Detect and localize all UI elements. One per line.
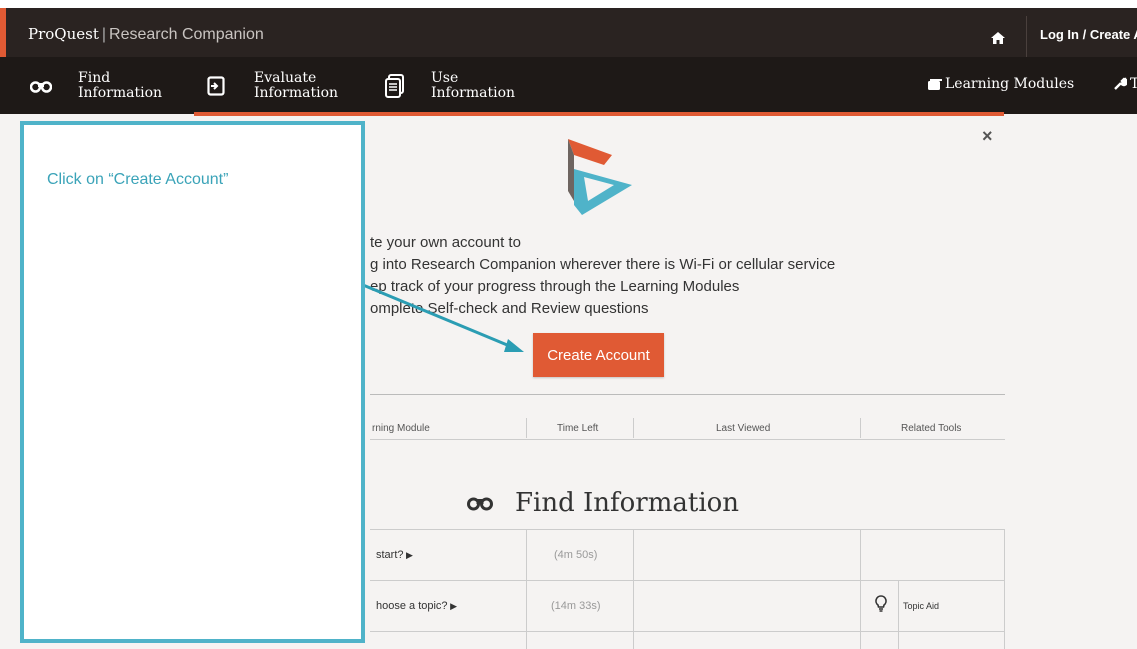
binoculars-icon <box>30 81 52 93</box>
nav-accent-line <box>194 112 1004 116</box>
col-divider <box>860 529 861 649</box>
document-icon <box>385 74 404 98</box>
section-title-text: Find Information <box>515 488 740 518</box>
time-left: (4m 50s) <box>554 549 598 561</box>
col-divider <box>633 418 634 438</box>
header-rule <box>370 439 1005 440</box>
top-strip <box>0 0 1137 8</box>
binoculars-icon <box>467 497 493 511</box>
create-account-button[interactable]: Create Account <box>533 333 664 377</box>
module-title: start? <box>376 549 404 561</box>
login-create-link[interactable]: Log In / Create A <box>1040 27 1137 42</box>
nav-tools[interactable]: T <box>1113 76 1137 92</box>
col-header-module: rning Module <box>372 423 430 434</box>
nav-find-information[interactable]: Find Information <box>30 67 162 105</box>
col-header-last-viewed: Last Viewed <box>716 423 771 434</box>
instruction-overlay: Click on “Create Account” <box>20 121 365 643</box>
intro-line: ep track of your progress through the Le… <box>370 278 740 295</box>
intro-line: te your own account to <box>370 234 521 251</box>
nav-find-line2: Information <box>78 85 163 101</box>
col-divider <box>526 418 527 438</box>
nav-use-information[interactable]: Use Information <box>385 67 515 105</box>
row-divider <box>370 580 1005 581</box>
lightbulb-icon[interactable] <box>875 595 887 612</box>
brand-logo[interactable]: ProQuest | Research Companion <box>28 25 264 44</box>
col-divider <box>526 529 527 649</box>
nav-use-line2: Information <box>431 85 516 101</box>
modules-table: start? ▶ (4m 50s) hoose a topic? ▶ (14m … <box>370 529 1005 649</box>
table-row-module-link[interactable]: start? ▶ <box>376 549 413 561</box>
nav-find-line1: Find <box>78 70 111 86</box>
section-title: Find Information <box>467 488 739 518</box>
intro-line: g into Research Companion wherever there… <box>370 256 836 273</box>
col-divider <box>633 529 634 649</box>
brand-name: ProQuest <box>28 25 99 43</box>
nav-use-line1: Use <box>431 70 459 86</box>
intro-line: omplete Self-check and Review questions <box>370 300 649 317</box>
nav-evaluate-information[interactable]: Evaluate Information <box>207 67 338 105</box>
col-divider <box>898 580 899 649</box>
research-companion-logo <box>568 139 632 215</box>
play-icon: ▶ <box>447 601 457 611</box>
play-icon: ▶ <box>403 550 413 560</box>
close-icon[interactable]: × <box>982 126 993 147</box>
table-row-module-link[interactable]: hoose a topic? ▶ <box>376 600 457 612</box>
col-header-related-tools: Related Tools <box>901 423 962 434</box>
learning-modules-icon <box>928 78 942 90</box>
col-divider <box>860 418 861 438</box>
time-left: (14m 33s) <box>551 600 601 612</box>
learning-modules-label: Learning Modules <box>945 76 1075 92</box>
main-nav: Find Information Evaluate Information Us… <box>0 57 1137 114</box>
wrench-icon <box>1114 77 1127 90</box>
col-header-time-left: Time Left <box>557 423 599 434</box>
home-icon[interactable] <box>991 32 1005 44</box>
topic-aid-link[interactable]: Topic Aid <box>903 601 939 611</box>
instruction-text: Click on “Create Account” <box>47 171 229 188</box>
nav-learning-modules[interactable]: Learning Modules <box>928 76 1074 92</box>
nav-evaluate-line2: Information <box>254 85 339 101</box>
module-title: hoose a topic? <box>376 600 448 612</box>
row-divider <box>370 631 1005 632</box>
nav-evaluate-line1: Evaluate <box>254 70 317 86</box>
evaluate-icon <box>207 76 225 96</box>
tools-label: T <box>1130 76 1137 92</box>
divider <box>370 394 1005 395</box>
row-divider <box>370 529 1005 530</box>
brand-separator: | <box>101 26 107 43</box>
brand-product: Research Companion <box>109 26 264 43</box>
col-divider <box>1004 529 1005 649</box>
brand-accent <box>0 8 6 57</box>
top-bar: ProQuest | Research Companion Log In / Cre… <box>0 8 1137 65</box>
